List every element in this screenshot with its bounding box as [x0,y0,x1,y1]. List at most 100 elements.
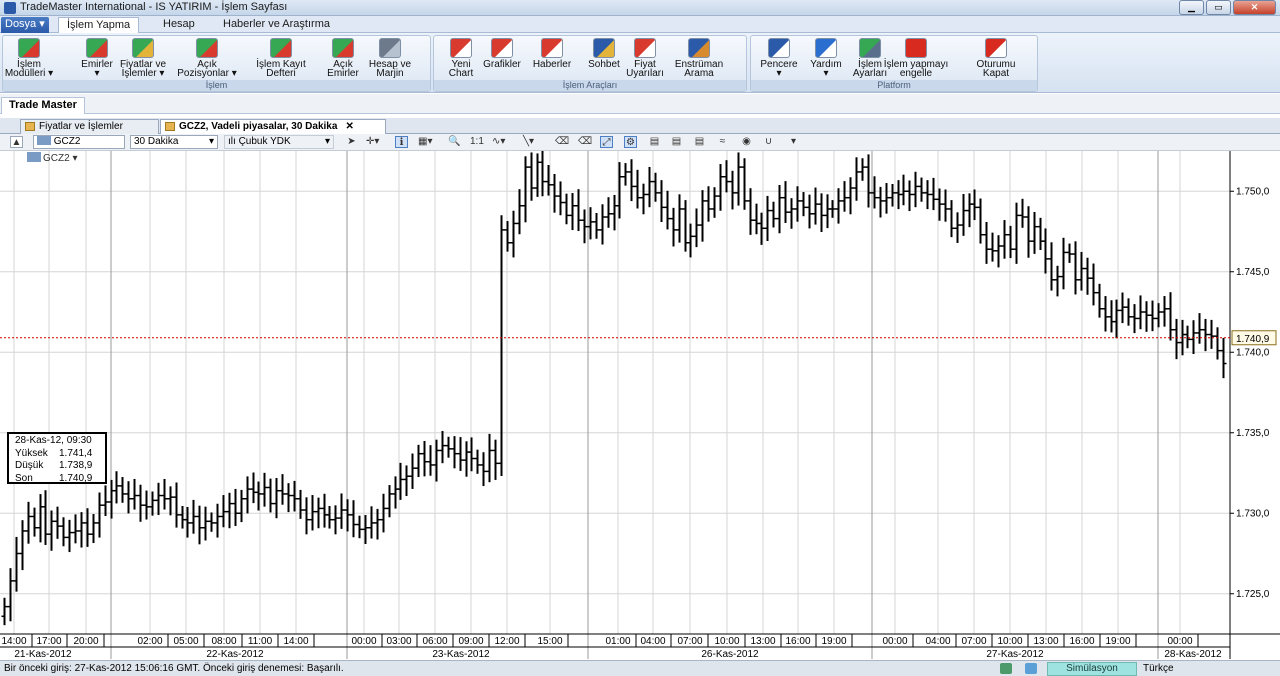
grid-icon[interactable]: ▦▾ [418,136,432,148]
tab-trade-master[interactable]: Trade Master [1,97,85,114]
print-icon[interactable]: ▤ [648,136,661,148]
lock-icon [1025,663,1037,674]
button-label-line2: ▾ [776,68,782,79]
logout-icon [985,38,1007,58]
x-time-label: 15:00 [537,636,562,647]
ribbon-button-open-positions[interactable]: Açık Pozisyonlar ▾ [172,37,242,82]
copy-chart-icon[interactable]: ▤ [670,136,683,148]
ribbon-button-chat[interactable]: Sohbet [584,37,624,82]
ribbon-button-logout[interactable]: Oturumu Kapat [974,37,1018,82]
y-tick-label: 1.740,0 [1236,347,1270,358]
settings-icon[interactable]: ⚙ [624,136,637,148]
chart-symbol-tag[interactable]: GCZ2 ▾ [27,152,77,164]
tab-hesap[interactable]: Hesap [155,17,203,33]
save-chart-icon[interactable]: ▤ [693,136,706,148]
crosshair-icon[interactable]: ✛▾ [366,136,379,148]
status-bar: Bir önceki giriş: 27-Kas-2012 15:06:16 G… [0,660,1280,676]
info-icon[interactable]: ℹ [395,136,408,148]
maximize-icon[interactable]: ▭ [1206,0,1231,15]
x-time-label: 17:00 [36,636,61,647]
ribbon-button-price-alert[interactable]: Fiyat Uyarıları [623,37,667,82]
data-row-low: Düşük 1.738,9 [15,460,93,471]
chart-background [0,151,1280,659]
menu-tabs: Dosya ▾ İşlem Yapma Hesap Haberler ve Ar… [0,16,1280,33]
pointer-icon[interactable]: ➤ [345,136,358,148]
button-label-line2: ▾ [823,68,829,79]
eraser-icon[interactable]: ⌫ [555,136,569,148]
app-icon [4,2,16,14]
alert-icon[interactable]: ◉ [740,136,753,148]
minimize-icon[interactable]: ▁ [1179,0,1204,15]
title-bar: TradeMaster International - IS YATIRIM -… [0,0,1280,16]
auto-scale-icon[interactable]: ⤢ [600,136,613,148]
ribbon-button-help[interactable]: Yardım ▾ [809,37,843,82]
dropdown-arrow-icon: ▾ [208,136,214,147]
x-time-label: 16:00 [785,636,810,647]
x-date-label: 28-Kas-2012 [1164,649,1222,659]
trade-settings-icon [859,38,881,58]
x-time-label: 04:00 [925,636,950,647]
ribbon-button-account-margin[interactable]: Hesap ve Marjin [363,37,417,82]
erase-all-icon[interactable]: ⌫ [578,136,592,148]
scale-icon[interactable]: 1:1 [470,136,484,148]
simulation-badge: Simülasyon [1047,662,1137,676]
ribbon-button-instrument-search[interactable]: Enstrüman Arama [671,37,727,82]
ribbon-button-window[interactable]: Pencere ▾ [759,37,799,82]
arrows-up-down-icon [18,38,40,58]
interval-select[interactable]: 30 Dakika ▾ [130,135,218,149]
file-menu[interactable]: Dosya ▾ [1,17,49,33]
login-message: Bir önceki giriş: 27-Kas-2012 15:06:16 G… [4,663,344,674]
ribbon-button-new-chart[interactable]: Yeni Chart [443,37,479,82]
ribbon-button-news[interactable]: Haberler [529,37,575,82]
ribbon-button-block-trading[interactable]: İşlem yapmayı engelle [880,37,952,82]
button-label-line2: Arama [684,68,714,79]
indicator-icon[interactable]: ∿▾ [492,136,505,148]
chart-type-select[interactable]: ılı Çubuk YDK ▾ [224,135,334,149]
button-label: Haberler [532,59,572,70]
ribbon-button-open-orders[interactable]: Açık Emirler [323,37,363,82]
account-margin-icon [379,38,401,58]
price-chart[interactable]: 1.750,0 1.745,0 1.740,0 1.735,0 1.730,0 1.725… [0,149,1280,660]
block-trading-icon [905,38,927,58]
wave-icon[interactable]: ≈ [716,136,729,148]
tab-prices[interactable]: Fiyatlar ve İşlemler [20,119,159,134]
x-time-label: 07:00 [677,636,702,647]
x-time-label: 01:00 [605,636,630,647]
ribbon-button-prices[interactable]: Fiyatlar ve İşlemler ▾ [112,37,174,82]
tab-chart-gcz2[interactable]: GCZ2, Vadeli piyasalar, 30 Dakika ✕ [160,119,386,134]
close-tab-icon[interactable]: ✕ [345,121,353,132]
collapse-icon[interactable]: ▲ [10,136,23,148]
sub-tab-strip: Fiyatlar ve İşlemler GCZ2, Vadeli piyasa… [0,118,1280,134]
button-label-line2: Emirler [327,68,359,79]
x-time-label: 16:00 [1069,636,1094,647]
symbol-icon [27,152,41,162]
magnet-icon[interactable]: ∪ [762,136,775,148]
tab-islem-yapma[interactable]: İşlem Yapma [58,17,140,33]
data-row-last: Son 1.740,9 [15,472,93,484]
x-time-label: 00:00 [1167,636,1192,647]
ribbon-button-charts[interactable]: Grafikler [479,37,525,82]
trendline-icon[interactable]: ╲▾ [522,136,535,148]
close-icon[interactable]: ✕ [1233,0,1276,15]
ribbon-button-arrows-up-down[interactable]: İşlem Modülleri ▾ [0,37,58,82]
chart-area[interactable]: 1.750,0 1.745,0 1.740,0 1.735,0 1.730,0 1.725… [0,149,1280,660]
instrument-search-icon [688,38,710,58]
x-date-label: 26-Kas-2012 [701,649,759,659]
trade-log-icon [270,38,292,58]
chat-icon [593,38,615,58]
language-label[interactable]: Türkçe [1143,661,1174,676]
window-icon [768,38,790,58]
x-time-label: 10:00 [714,636,739,647]
more-icon[interactable]: ▾ [787,136,800,148]
ribbon-button-trade-log[interactable]: İşlem Kayıt Defteri [252,37,310,82]
zoom-icon[interactable]: 🔍 [448,136,461,148]
y-tick-label: 1.735,0 [1236,428,1270,439]
order-arrows-icon [86,38,108,58]
tab-haberler[interactable]: Haberler ve Araştırma [215,17,338,33]
button-label-line2: Chart [448,68,474,79]
ribbon-group-islem: İşlem İşlem Modülleri ▾ Emirler ▾ Fiyatlar ve… [2,35,431,92]
button-label: Sohbet [588,59,620,70]
document-tab-strip: Trade Master [0,94,1280,114]
symbol-input[interactable]: GCZ2 [33,135,125,149]
news-icon [541,38,563,58]
